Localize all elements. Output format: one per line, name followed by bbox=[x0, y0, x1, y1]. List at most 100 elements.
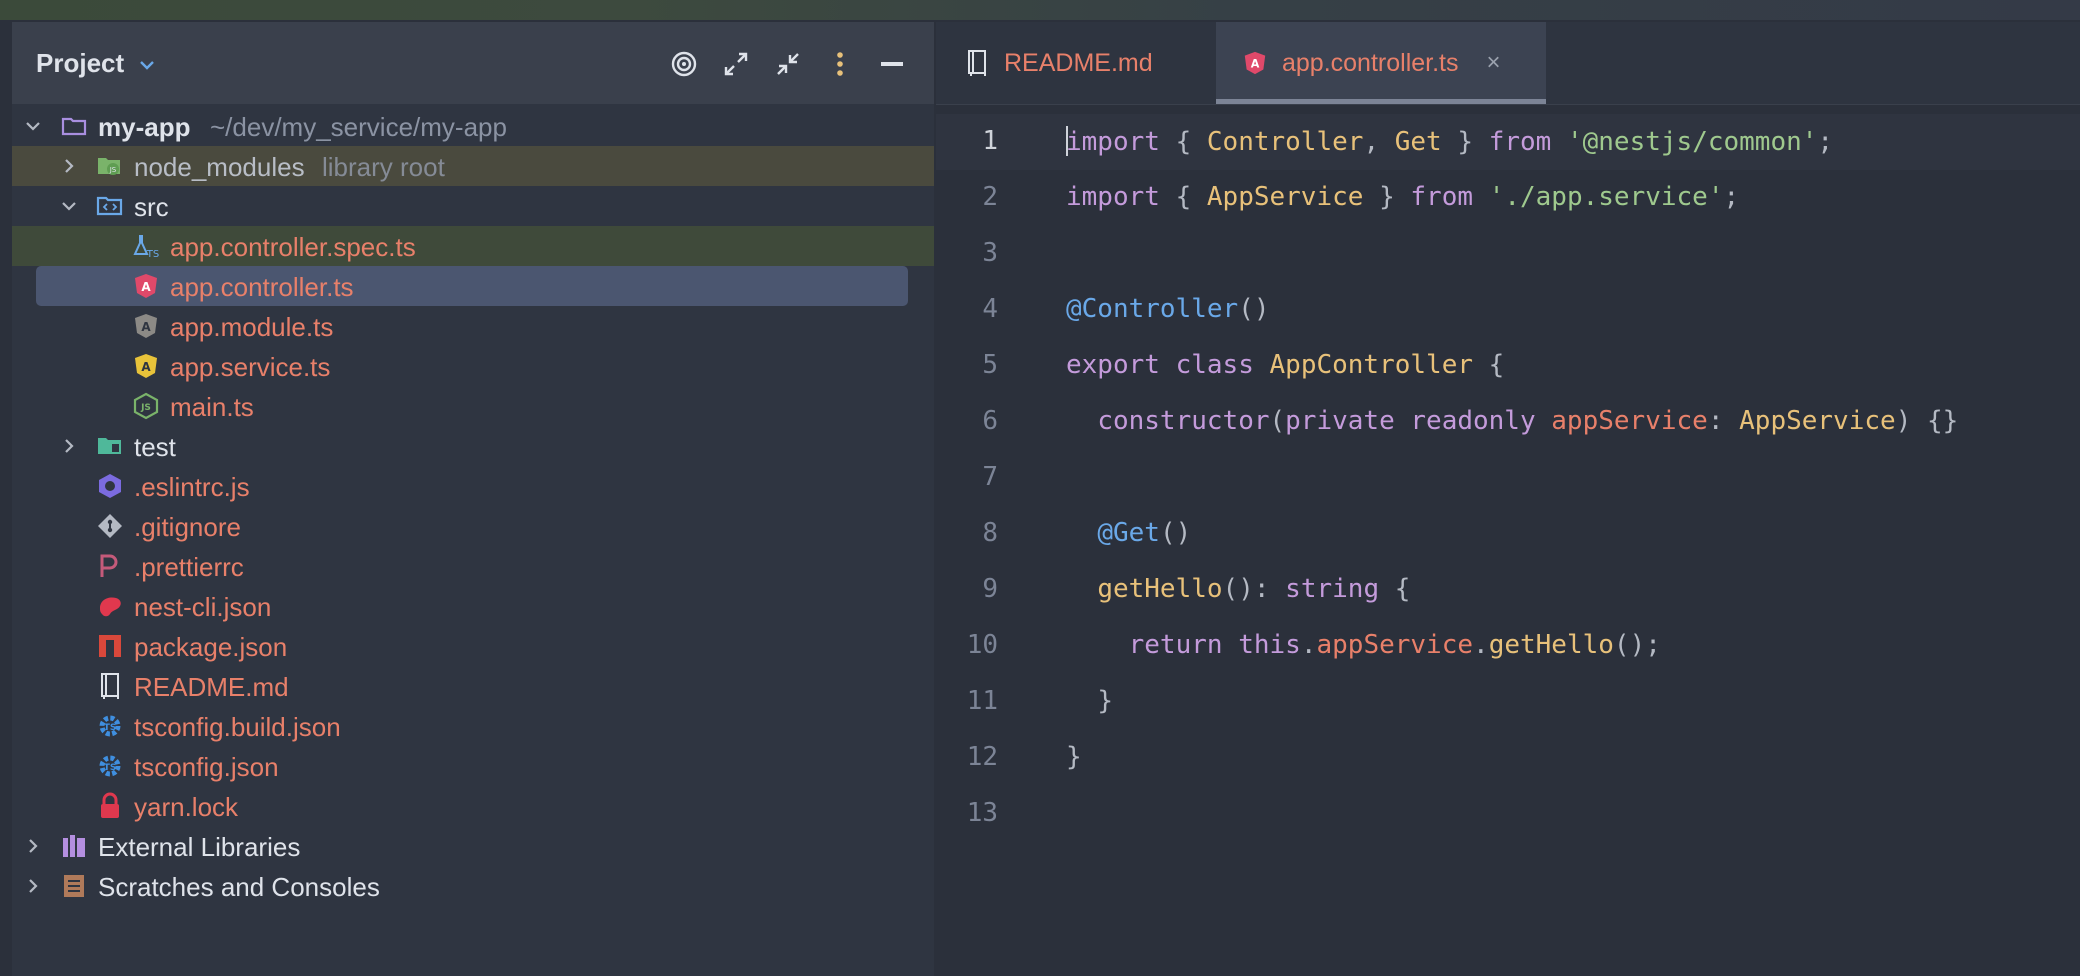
svg-text:JS: JS bbox=[109, 166, 117, 174]
target-icon[interactable] bbox=[668, 48, 700, 80]
code-text[interactable]: import { AppService } from './app.servic… bbox=[1066, 182, 1739, 212]
tab-app-controller[interactable]: A app.controller.ts × bbox=[1216, 22, 1546, 104]
code-text[interactable]: } bbox=[1066, 686, 1113, 716]
tree-item-file[interactable]: package.json bbox=[12, 626, 934, 666]
line-number: 12 bbox=[966, 742, 998, 772]
code-text[interactable]: export class AppController { bbox=[1066, 350, 1504, 380]
file-label: tsconfig.json bbox=[134, 752, 279, 782]
chevron-right-icon[interactable] bbox=[60, 157, 78, 175]
file-label: .gitignore bbox=[134, 512, 241, 542]
angular-red-icon: A bbox=[135, 274, 157, 298]
code-line[interactable]: 6 constructor(private readonly appServic… bbox=[936, 394, 2080, 450]
code-line[interactable]: 13 bbox=[936, 786, 2080, 842]
code-line[interactable]: 7 bbox=[936, 450, 2080, 506]
close-icon[interactable]: × bbox=[1487, 49, 1501, 77]
tree-item-file[interactable]: TS tsconfig.build.json bbox=[12, 706, 934, 746]
nodejs-icon: JS bbox=[133, 392, 159, 420]
tree-item-file-selected[interactable]: A app.controller.ts bbox=[12, 266, 934, 306]
line-number: 8 bbox=[982, 518, 998, 548]
tree-item-file[interactable]: .eslintrc.js bbox=[12, 466, 934, 506]
chevron-down-icon[interactable] bbox=[60, 197, 78, 215]
svg-text:A: A bbox=[141, 360, 151, 374]
line-number: 5 bbox=[982, 350, 998, 380]
code-line[interactable]: 8 @Get() bbox=[936, 506, 2080, 562]
tree-item-file[interactable]: README.md bbox=[12, 666, 934, 706]
chevron-right-icon[interactable] bbox=[60, 437, 78, 455]
code-text[interactable]: constructor(private readonly appService:… bbox=[1066, 406, 1958, 436]
library-icon bbox=[63, 835, 85, 857]
tsconfig-icon: TS bbox=[99, 755, 121, 777]
code-line[interactable]: 12 } bbox=[936, 730, 2080, 786]
tree-item-file[interactable]: TS tsconfig.json bbox=[12, 746, 934, 786]
more-options-icon[interactable] bbox=[824, 48, 856, 80]
line-number: 4 bbox=[982, 294, 998, 324]
chevron-down-icon[interactable] bbox=[24, 117, 42, 135]
tree-root-my-app[interactable]: my-app ~/dev/my_service/my-app bbox=[12, 106, 934, 146]
code-line[interactable]: 11 } bbox=[936, 674, 2080, 730]
external-libraries-label: External Libraries bbox=[98, 832, 301, 862]
tree-item-file[interactable]: nest-cli.json bbox=[12, 586, 934, 626]
svg-text:TS: TS bbox=[146, 249, 159, 260]
readme-icon bbox=[968, 50, 986, 76]
eslint-icon bbox=[99, 474, 121, 498]
code-text[interactable]: getHello(): string { bbox=[1066, 574, 1410, 604]
minimize-icon[interactable] bbox=[876, 48, 908, 80]
file-label: app.controller.ts bbox=[170, 272, 354, 302]
expand-all-icon[interactable] bbox=[720, 48, 752, 80]
tree-item-src[interactable]: src bbox=[12, 186, 934, 226]
code-line[interactable]: 2 import { AppService } from './app.serv… bbox=[936, 170, 2080, 226]
prettier-icon bbox=[100, 554, 118, 577]
code-line[interactable]: 1 import { Controller, Get } from '@nest… bbox=[936, 114, 2080, 170]
line-number: 11 bbox=[966, 686, 998, 716]
tree-item-file[interactable]: A app.module.ts bbox=[12, 306, 934, 346]
tree-item-file[interactable]: .prettierrc bbox=[12, 546, 934, 586]
code-text[interactable]: @Get() bbox=[1066, 518, 1191, 548]
file-label: .eslintrc.js bbox=[134, 472, 250, 502]
tree-item-file[interactable]: yarn.lock bbox=[12, 786, 934, 826]
file-label: tsconfig.build.json bbox=[134, 712, 341, 742]
collapse-all-icon[interactable] bbox=[772, 48, 804, 80]
node-modules-folder-icon: JS bbox=[98, 158, 120, 175]
angular-gray-icon: A bbox=[135, 314, 157, 338]
code-line[interactable]: 3 bbox=[936, 226, 2080, 282]
project-panel-header: Project bbox=[12, 22, 934, 104]
tree-item-file[interactable]: JS main.ts bbox=[12, 386, 934, 426]
line-number: 6 bbox=[982, 406, 998, 436]
tree-item-file[interactable]: A app.service.ts bbox=[12, 346, 934, 386]
tab-label: README.md bbox=[1004, 48, 1153, 77]
code-line[interactable]: 5 export class AppController { bbox=[936, 338, 2080, 394]
angular-red-icon: A bbox=[1244, 51, 1266, 75]
tab-readme[interactable]: README.md bbox=[964, 22, 1224, 104]
folder-icon bbox=[61, 117, 87, 136]
line-number: 2 bbox=[982, 182, 998, 212]
tree-item-test[interactable]: test bbox=[12, 426, 934, 466]
file-label: app.controller.spec.ts bbox=[170, 232, 416, 262]
readme-icon bbox=[101, 673, 119, 699]
chevron-right-icon[interactable] bbox=[24, 837, 42, 855]
tree-root-path: ~/dev/my_service/my-app bbox=[210, 112, 507, 142]
code-line[interactable]: 10 return this.appService.getHello(); bbox=[936, 618, 2080, 674]
tree-item-node-modules[interactable]: JS node_modules library root bbox=[12, 146, 934, 186]
svg-text:A: A bbox=[141, 280, 151, 294]
code-text[interactable]: return this.appService.getHello(); bbox=[1066, 630, 1661, 660]
npm-icon bbox=[99, 635, 121, 657]
tree-item-external-libraries[interactable]: External Libraries bbox=[12, 826, 934, 866]
tree-item-file[interactable]: TS app.controller.spec.ts bbox=[12, 226, 934, 266]
chevron-right-icon[interactable] bbox=[24, 877, 42, 895]
line-number: 7 bbox=[982, 462, 998, 492]
tree-item-file[interactable]: .gitignore bbox=[12, 506, 934, 546]
code-text[interactable]: } bbox=[1066, 742, 1082, 772]
chevron-down-icon[interactable] bbox=[138, 56, 156, 74]
file-label: main.ts bbox=[170, 392, 254, 422]
code-text[interactable]: import { Controller, Get } from '@nestjs… bbox=[1066, 126, 1833, 157]
code-text[interactable]: @Controller() bbox=[1066, 294, 1270, 324]
code-line[interactable]: 9 getHello(): string { bbox=[936, 562, 2080, 618]
code-line[interactable]: 4 @Controller() bbox=[936, 282, 2080, 338]
src-label: src bbox=[134, 192, 169, 222]
test-label: test bbox=[134, 432, 176, 462]
project-title[interactable]: Project bbox=[36, 48, 124, 79]
lock-icon bbox=[101, 792, 119, 818]
tree-item-scratches[interactable]: Scratches and Consoles bbox=[12, 866, 934, 906]
file-label: yarn.lock bbox=[134, 792, 239, 822]
svg-text:TS: TS bbox=[104, 763, 117, 773]
